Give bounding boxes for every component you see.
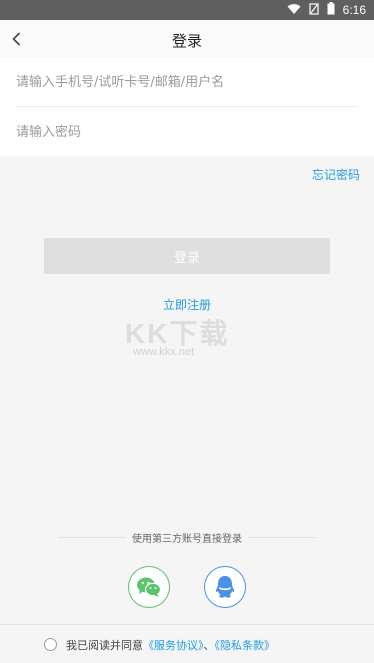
field-divider: [16, 106, 358, 107]
wifi-icon: [287, 3, 301, 18]
agreement-prefix: 我已阅读并同意: [66, 639, 143, 652]
service-agreement-link[interactable]: 《服务协议》: [143, 639, 204, 652]
qq-login-button[interactable]: [204, 566, 246, 608]
login-button[interactable]: 登录: [44, 238, 330, 274]
account-input[interactable]: [16, 60, 358, 104]
register-link[interactable]: 立即注册: [0, 296, 374, 313]
qq-icon: [215, 576, 235, 598]
wechat-login-button[interactable]: [128, 566, 170, 608]
wechat-icon: [137, 577, 162, 597]
agreement-bar: 我已阅读并同意《服务协议》、《隐私条款》: [0, 624, 374, 663]
divider-line-right: [248, 537, 316, 538]
watermark-url: www.kkx.net: [133, 346, 195, 358]
status-icons: 6:16: [287, 2, 366, 18]
privacy-policy-link[interactable]: 《隐私条款》: [215, 639, 276, 652]
status-bar: 6:16: [0, 0, 374, 20]
agreement-separator: 、: [203, 639, 215, 652]
login-form: [0, 58, 374, 156]
agreement-radio[interactable]: [44, 638, 57, 651]
forgot-password-link[interactable]: 忘记密码: [312, 166, 360, 183]
watermark-text: KK下载: [125, 318, 230, 349]
page-title: 登录: [171, 32, 202, 50]
status-time: 6:16: [342, 3, 366, 17]
battery-icon: [327, 2, 335, 18]
watermark: KK下载 www.kkx.net: [125, 310, 275, 360]
app-header: 登录: [0, 20, 374, 58]
third-party-label: 使用第三方账号直接登录: [132, 534, 242, 545]
third-party-divider: 使用第三方账号直接登录: [0, 528, 374, 548]
sim-icon: [309, 2, 319, 18]
password-input[interactable]: [16, 110, 358, 154]
agreement-text: 我已阅读并同意《服务协议》、《隐私条款》: [66, 637, 275, 653]
